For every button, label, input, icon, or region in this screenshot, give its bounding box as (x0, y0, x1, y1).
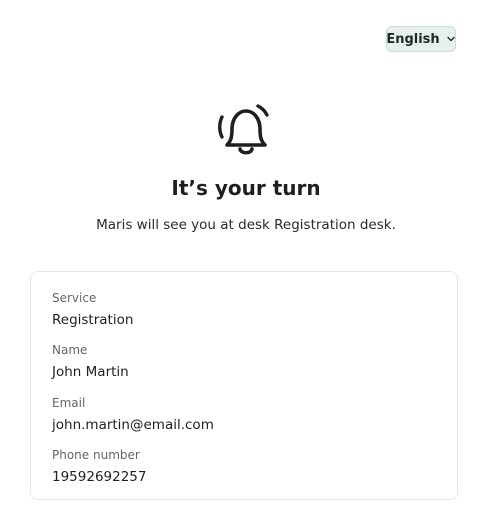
email-field: Email john.martin@email.com (52, 395, 214, 435)
page-title: It’s your turn (171, 176, 321, 200)
language-selector-button[interactable]: English (386, 26, 456, 52)
chevron-down-icon (446, 34, 456, 44)
email-label: Email (52, 396, 86, 410)
visitor-details-card: Service Registration Name John Martin Em… (30, 271, 458, 500)
name-label: Name (52, 343, 88, 357)
name-field: Name John Martin (52, 342, 129, 382)
service-field: Service Registration (52, 290, 133, 330)
language-selector-label: English (386, 31, 440, 47)
desk-message: Maris will see you at desk Registration … (96, 217, 396, 233)
service-value: Registration (52, 312, 134, 328)
name-value: John Martin (52, 364, 129, 380)
phone-field: Phone number 19592692257 (52, 447, 146, 487)
phone-label: Phone number (52, 448, 140, 462)
service-label: Service (52, 291, 97, 305)
bell-ringing-icon (212, 101, 276, 161)
turn-notification-page: English It’s your turn Maris will see yo… (0, 0, 492, 525)
email-value: john.martin@email.com (52, 417, 214, 433)
phone-value: 19592692257 (52, 469, 147, 485)
